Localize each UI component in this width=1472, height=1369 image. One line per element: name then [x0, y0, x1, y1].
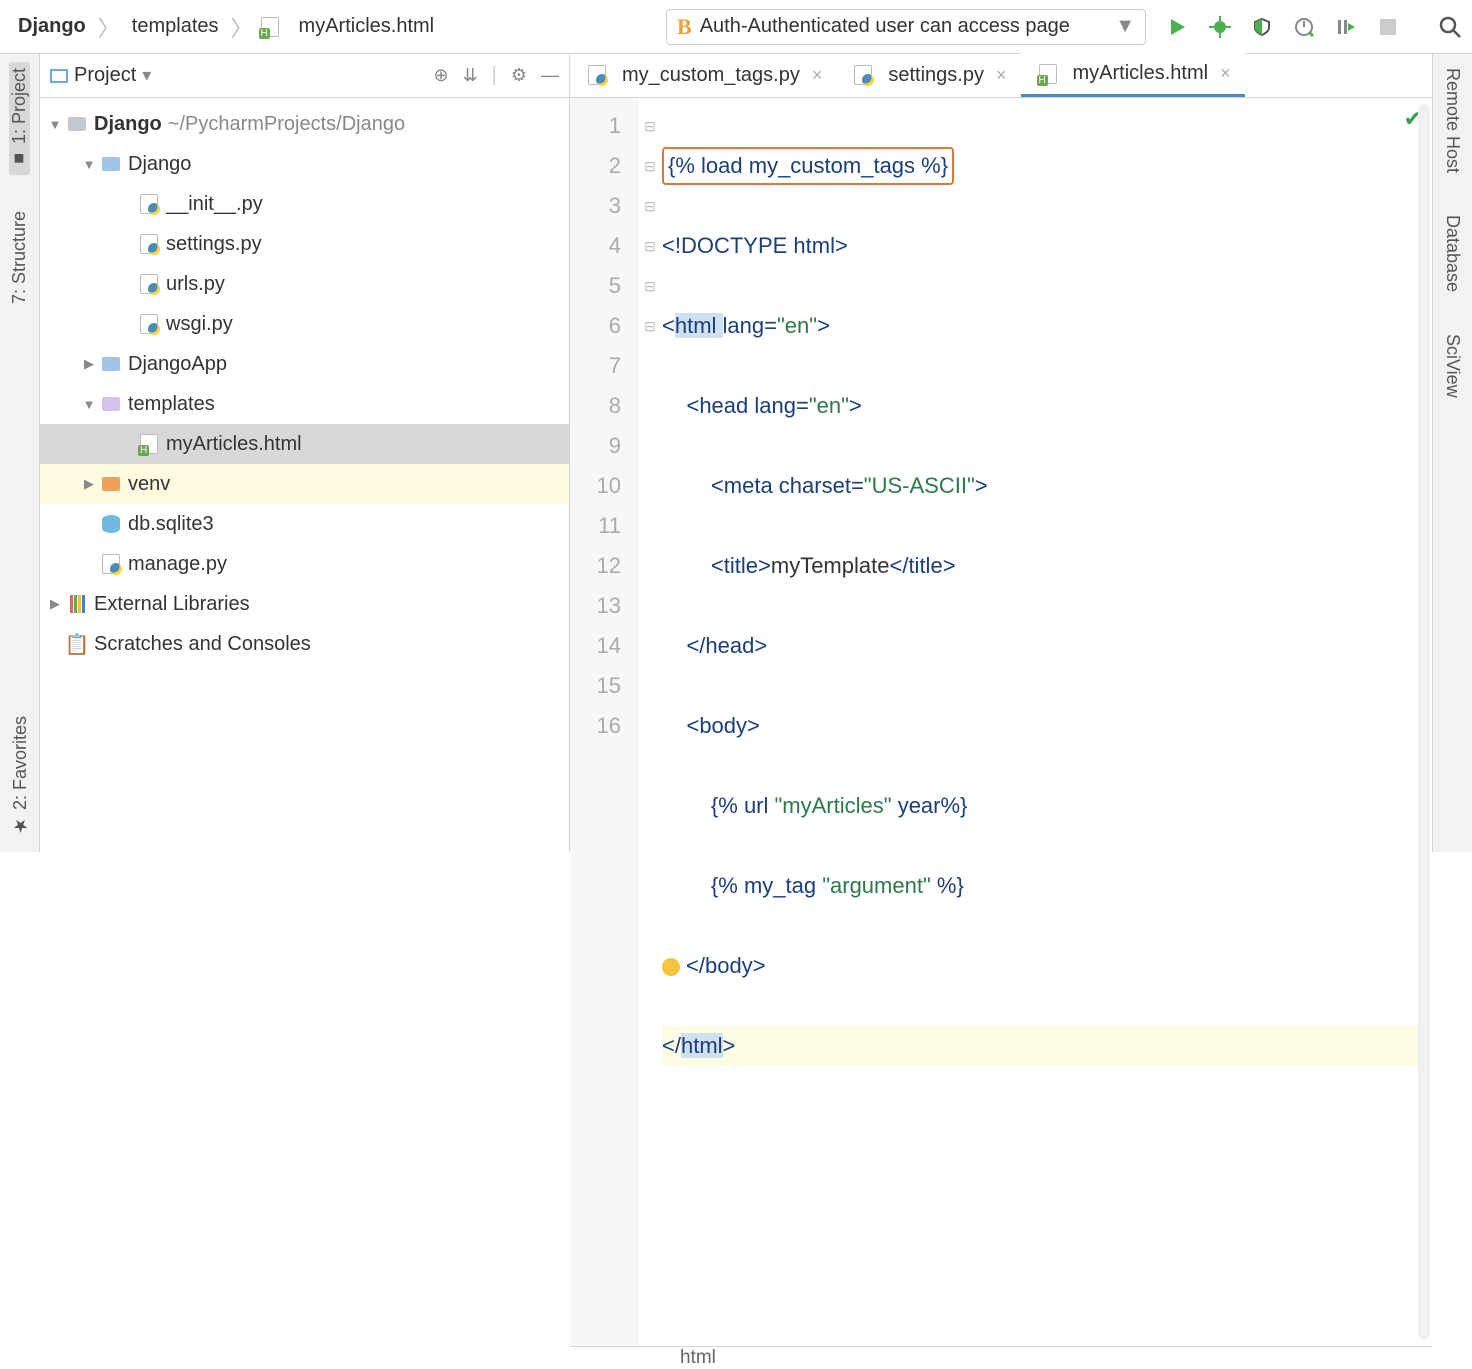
collapse-icon[interactable]: ⇊: [463, 65, 478, 86]
tree-external-libs[interactable]: ▶External Libraries: [40, 584, 569, 624]
tool-tab-structure[interactable]: 7: Structure: [9, 205, 30, 310]
project-view-icon: [50, 69, 68, 83]
run-config-label: Auth-Authenticated user can access page: [700, 15, 1070, 38]
editor-breadcrumb[interactable]: html: [570, 1346, 1432, 1369]
tab-settings[interactable]: settings.py×: [836, 53, 1020, 97]
tab-customtags[interactable]: my_custom_tags.py×: [570, 53, 836, 97]
tree-venv[interactable]: ▶venv: [40, 464, 569, 504]
project-tree: ▼Django~/PycharmProjects/Django ▼Django …: [40, 98, 569, 852]
tree-wsgi[interactable]: wsgi.py: [40, 304, 569, 344]
html-file-icon: [259, 16, 281, 38]
debug-icon[interactable]: [1208, 15, 1232, 39]
editor-tabs: my_custom_tags.py× settings.py× myArticl…: [570, 54, 1432, 98]
project-panel: Project ▾ ⊕ ⇊ | ⚙ — ▼Django~/PycharmProj…: [40, 54, 570, 852]
code-area[interactable]: {% load my_custom_tags %} <!DOCTYPE html…: [662, 98, 1432, 1346]
tool-tab-project[interactable]: ■ 1: Project: [9, 62, 30, 175]
target-icon[interactable]: ⊕: [433, 65, 448, 86]
gear-icon[interactable]: ⚙: [511, 65, 527, 86]
scrollbar[interactable]: [1418, 104, 1430, 1340]
editor-body[interactable]: 12345678910111213141516 ⊟⊟⊟⊟⊟⊟ {% load m…: [570, 98, 1432, 1346]
top-bar: Django 〉 templates 〉 myArticles.html B A…: [0, 0, 1472, 54]
behave-icon: B: [677, 14, 692, 40]
tree-root[interactable]: ▼Django~/PycharmProjects/Django: [40, 104, 569, 144]
tool-tab-database[interactable]: Database: [1442, 209, 1463, 298]
tree-djangoapp[interactable]: ▶DjangoApp: [40, 344, 569, 384]
tree-scratches[interactable]: 📋Scratches and Consoles: [40, 624, 569, 664]
fold-gutter: ⊟⊟⊟⊟⊟⊟: [638, 98, 662, 1346]
coverage-icon[interactable]: [1250, 15, 1274, 39]
stop-icon: [1376, 15, 1400, 39]
breadcrumb-file[interactable]: myArticles.html: [291, 13, 443, 40]
close-icon[interactable]: ×: [996, 65, 1007, 86]
chevron-right-icon: 〉: [231, 11, 253, 43]
close-icon[interactable]: ×: [812, 65, 823, 86]
search-icon[interactable]: [1438, 15, 1462, 39]
breadcrumb-root[interactable]: Django: [10, 13, 94, 40]
right-tool-strip: Remote Host Database SciView: [1432, 54, 1472, 852]
chevron-right-icon: 〉: [98, 11, 120, 43]
project-panel-header: Project ▾ ⊕ ⇊ | ⚙ —: [40, 54, 569, 98]
tree-manage[interactable]: manage.py: [40, 544, 569, 584]
tree-db[interactable]: db.sqlite3: [40, 504, 569, 544]
concurrency-icon[interactable]: [1334, 15, 1358, 39]
close-icon[interactable]: ×: [1220, 63, 1231, 84]
project-panel-title: Project: [74, 64, 136, 87]
tree-django[interactable]: ▼Django: [40, 144, 569, 184]
tree-myarticles[interactable]: myArticles.html: [40, 424, 569, 464]
breadcrumbs: Django 〉 templates 〉 myArticles.html: [10, 11, 652, 43]
main-area: ■ 1: Project 7: Structure ★ 2: Favorites…: [0, 54, 1472, 852]
chevron-down-icon: ▼: [1115, 15, 1135, 38]
minimize-icon[interactable]: —: [541, 65, 559, 86]
chevron-down-icon[interactable]: ▾: [142, 65, 151, 86]
breadcrumb-templates[interactable]: templates: [124, 13, 227, 40]
tree-templates[interactable]: ▼templates: [40, 384, 569, 424]
tab-myarticles[interactable]: myArticles.html×: [1021, 53, 1245, 97]
editor-panel: my_custom_tags.py× settings.py× myArticl…: [570, 54, 1432, 852]
tree-urls[interactable]: urls.py: [40, 264, 569, 304]
separator: |: [492, 64, 497, 87]
run-config-selector[interactable]: B Auth-Authenticated user can access pag…: [666, 9, 1146, 45]
run-icon[interactable]: [1166, 15, 1190, 39]
tool-tab-favorites[interactable]: ★ 2: Favorites: [9, 710, 31, 842]
tree-init[interactable]: __init__.py: [40, 184, 569, 224]
profile-icon[interactable]: [1292, 15, 1316, 39]
line-gutter: 12345678910111213141516: [570, 98, 638, 1346]
left-tool-strip: ■ 1: Project 7: Structure ★ 2: Favorites: [0, 54, 40, 852]
intention-bulb-icon[interactable]: [662, 958, 680, 976]
tool-tab-remote[interactable]: Remote Host: [1442, 62, 1463, 179]
tool-tab-sciview[interactable]: SciView: [1442, 328, 1463, 404]
tree-settings[interactable]: settings.py: [40, 224, 569, 264]
run-toolbar: [1166, 15, 1462, 39]
scratches-icon: 📋: [66, 633, 88, 655]
